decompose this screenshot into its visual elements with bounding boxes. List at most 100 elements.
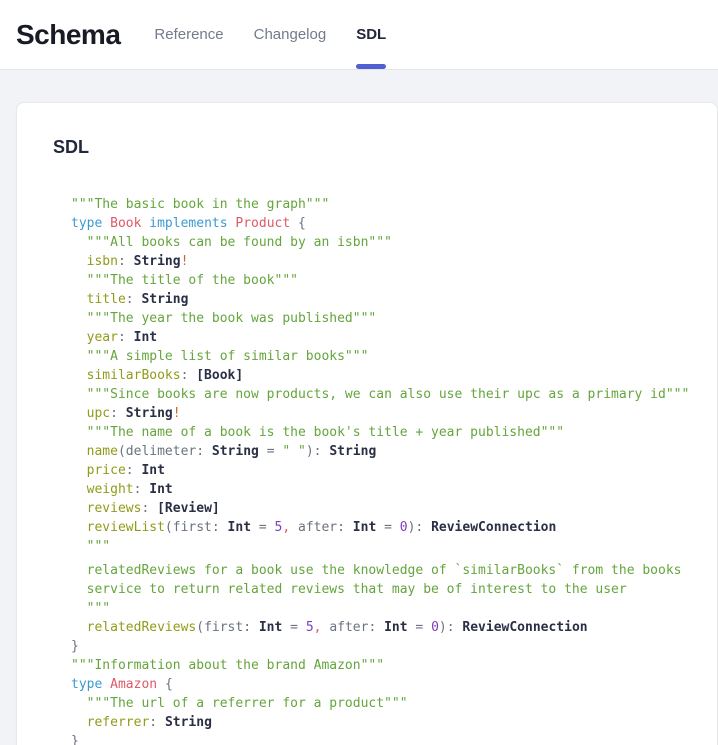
code-token-type: String [165,715,212,730]
code-token-type: Int [134,330,157,345]
code-token-field: relatedReviews [71,620,196,635]
code-token-pl [251,520,259,535]
code-token-arg: after [298,520,337,535]
code-token-type: ReviewConnection [431,520,556,535]
code-token-punc: ( [196,620,204,635]
code-token-bang: ! [173,406,181,421]
code-token-punc: ( [165,520,173,535]
code-token-punc: : [196,444,204,459]
code-token-field: reviewList [71,520,165,535]
code-token-pl [345,520,353,535]
code-token-desc: """All books can be found by an isbn""" [71,235,392,250]
code-token-punc: : [118,254,126,269]
sdl-code-block: """The basic book in the graph""" type Bo… [71,195,681,745]
code-token-punc: { [298,216,306,231]
code-token-field: referrer [71,715,149,730]
code-token-field: similarBooks [71,368,181,383]
code-token-punc: : [337,520,345,535]
code-token-punc: = [267,444,275,459]
code-token-pl [102,677,110,692]
code-line: name(delimeter: String = " "): String [71,442,681,461]
code-line: """Since books are now products, we can … [71,385,681,404]
code-token-arg: after [329,620,368,635]
code-line: relatedReviews for a book use the knowle… [71,561,681,580]
code-token-desc: relatedReviews for a book use the knowle… [71,563,681,578]
code-line: } [71,637,681,656]
code-token-desc: """The year the book was published""" [71,311,376,326]
code-token-field: year [71,330,118,345]
code-token-pl [118,406,126,421]
code-token-punc: ): [408,520,424,535]
code-token-pl [126,254,134,269]
code-token-punc: : [243,620,251,635]
code-line: price: Int [71,461,681,480]
code-line: """ [71,599,681,618]
code-token-punc: : [110,406,118,421]
code-line: referrer: String [71,713,681,732]
code-line: """The basic book in the graph""" [71,195,681,214]
code-token-desc: """Information about the brand Amazon""" [71,658,384,673]
code-token-desc: """ [71,539,110,554]
code-token-pl [102,216,110,231]
code-token-pl [251,620,259,635]
code-token-comma: , [282,520,290,535]
code-token-pl [423,620,431,635]
page-title: Schema [16,19,120,51]
tab-changelog[interactable]: Changelog [254,0,327,69]
code-token-pl [423,520,431,535]
code-token-field: name [71,444,118,459]
code-token-pl [204,444,212,459]
code-token-arg: first [173,520,212,535]
code-token-cls: Book [110,216,141,231]
code-token-pl [376,620,384,635]
code-line: year: Int [71,328,681,347]
tab-sdl[interactable]: SDL [356,0,386,69]
code-line: """A simple list of similar books""" [71,347,681,366]
sdl-heading: SDL [53,137,681,158]
code-token-punc: = [384,520,392,535]
code-token-pl [282,620,290,635]
code-token-type: Int [384,620,407,635]
code-token-pl [290,216,298,231]
code-token-type: ReviewConnection [462,620,587,635]
tab-reference[interactable]: Reference [154,0,223,69]
tab-bar: Reference Changelog SDL [154,0,386,69]
code-token-pl [220,520,228,535]
code-token-num: 0 [431,620,439,635]
code-line: """All books can be found by an isbn""" [71,233,681,252]
code-token-desc: """A simple list of similar books""" [71,349,368,364]
code-token-punc: ): [439,620,455,635]
code-token-desc: """The url of a referrer for a product""… [71,696,408,711]
code-line: type Book implements Product { [71,214,681,233]
code-token-pl [376,520,384,535]
code-token-punc: = [290,620,298,635]
code-token-pl [267,520,275,535]
code-token-type: Int [149,482,172,497]
code-line: """The url of a referrer for a product""… [71,694,681,713]
code-line: weight: Int [71,480,681,499]
code-token-pl [392,520,400,535]
code-token-pl [298,620,306,635]
code-token-kw: type [71,216,102,231]
code-line: """The year the book was published""" [71,309,681,328]
code-token-field: weight [71,482,134,497]
code-token-punc: : [126,292,134,307]
code-token-type: String [329,444,376,459]
code-token-pl [149,501,157,516]
code-token-punc: : [149,715,157,730]
code-token-pl [126,330,134,345]
page-header: Schema Reference Changelog SDL [0,0,718,70]
code-token-type: Int [141,463,164,478]
code-token-punc: ): [306,444,322,459]
code-token-type: String [141,292,188,307]
code-token-field: reviews [71,501,141,516]
code-token-desc: """The basic book in the graph""" [71,197,329,212]
code-token-punc: } [71,734,79,745]
code-token-punc: : [212,520,220,535]
code-line: """The title of the book""" [71,271,681,290]
code-token-punc: ( [118,444,126,459]
code-token-pl [290,520,298,535]
code-line: service to return related reviews that m… [71,580,681,599]
code-token-pl [157,715,165,730]
code-token-kw: type [71,677,102,692]
